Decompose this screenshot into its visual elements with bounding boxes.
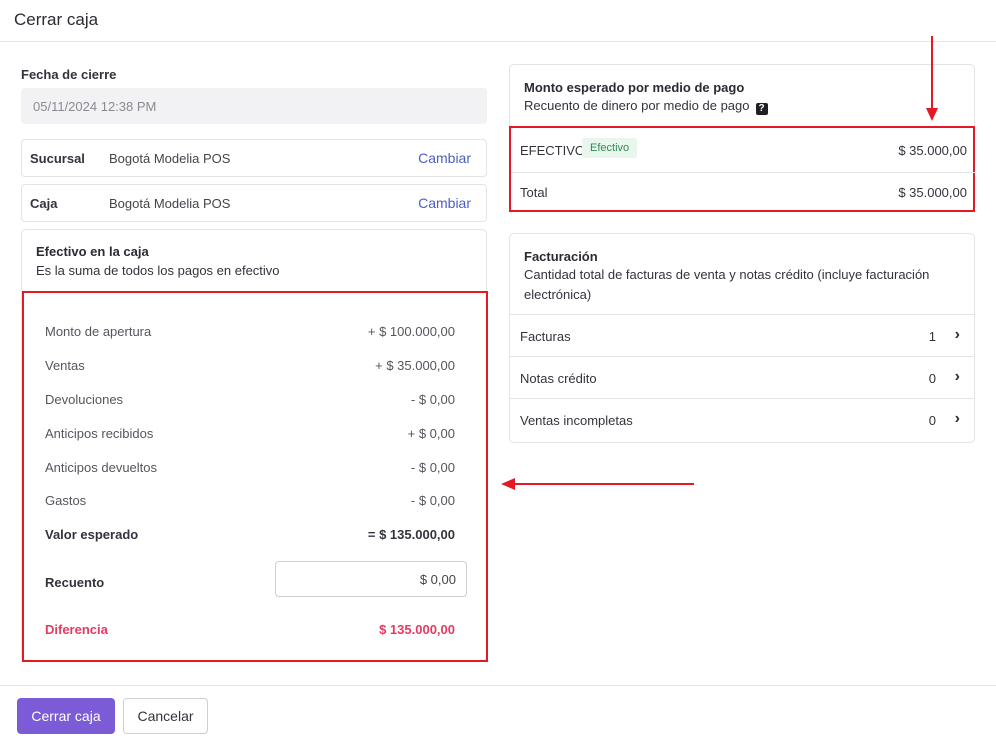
cash-line: Anticipos recibidos + $ 0,00: [45, 426, 455, 441]
billing-row-label: Facturas: [520, 329, 571, 344]
cash-line: Gastos - $ 0,00: [45, 493, 455, 508]
modal-header: Cerrar caja: [0, 0, 996, 42]
count-input[interactable]: $ 0,00: [275, 561, 467, 597]
cash-line-amount: + $ 100.000,00: [367, 324, 455, 339]
chevron-right-icon: ›: [954, 326, 960, 343]
expected-value-line: Valor esperado = $ 135.000,00: [45, 527, 455, 542]
payment-total-row: Total $ 35.000,00: [511, 185, 975, 205]
cash-line-label: Anticipos devueltos: [45, 460, 158, 475]
billing-row-incomplete-sales[interactable]: Ventas incompletas 0 ›: [510, 398, 974, 440]
payment-method-badge: Efectivo: [582, 138, 638, 158]
billing-row-label: Notas crédito: [520, 371, 597, 386]
branch-value: Bogotá Modelia POS: [109, 151, 231, 166]
payment-total-label: Total: [520, 185, 548, 200]
cash-line: Devoluciones - $ 0,00: [45, 392, 455, 407]
arrow-left-head: [501, 478, 515, 490]
difference-amount: $ 135.000,00: [379, 622, 455, 637]
payment-card-title: Monto esperado por medio de pago: [524, 80, 745, 95]
payment-card-subtitle-text: Recuento de dinero por medio de pago: [524, 98, 750, 113]
payment-total-amount: $ 35.000,00: [898, 185, 967, 200]
chevron-right-icon: ›: [954, 410, 960, 427]
billing-card: Facturación Cantidad total de facturas d…: [509, 233, 975, 443]
cash-line-label: Anticipos recibidos: [45, 426, 154, 441]
cash-line-label: Devoluciones: [45, 392, 124, 407]
cash-line: Ventas + $ 35.000,00: [45, 358, 455, 373]
payment-method-row: EFECTIVO Efectivo $ 35.000,00: [511, 138, 975, 162]
payment-card-subtitle: Recuento de dinero por medio de pago?: [524, 96, 768, 116]
branch-label: Sucursal: [30, 151, 85, 166]
closing-date-label: Fecha de cierre: [21, 67, 117, 82]
billing-row-count: 1: [928, 329, 936, 344]
modal-footer: Cerrar caja Cancelar: [0, 685, 996, 745]
register-value: Bogotá Modelia POS: [109, 196, 231, 211]
cash-line: Monto de apertura + $ 100.000,00: [45, 324, 455, 339]
cash-line-amount: + $ 0,00: [407, 426, 455, 441]
billing-row-invoices[interactable]: Facturas 1 ›: [510, 314, 974, 356]
cancel-button[interactable]: Cancelar: [123, 698, 208, 734]
count-label: Recuento: [45, 575, 105, 590]
register-label: Caja: [30, 196, 58, 211]
expected-value-amount: = $ 135.000,00: [367, 527, 455, 542]
cash-line-label: Ventas: [45, 358, 85, 373]
cash-line-amount: - $ 0,00: [410, 392, 455, 407]
difference-line: Diferencia $ 135.000,00: [45, 622, 455, 637]
cash-line: Anticipos devueltos - $ 0,00: [45, 460, 455, 475]
cash-line-amount: - $ 0,00: [410, 493, 455, 508]
close-register-button[interactable]: Cerrar caja: [17, 698, 115, 734]
difference-label: Diferencia: [45, 622, 108, 637]
expected-value-label: Valor esperado: [45, 527, 139, 542]
payment-divider: [511, 172, 975, 173]
cash-card-title: Efectivo en la caja: [36, 244, 149, 259]
register-row: Caja Bogotá Modelia POS Cambiar: [21, 184, 487, 222]
billing-card-subtitle: Cantidad total de facturas de venta y no…: [524, 267, 930, 302]
cash-card-subtitle: Es la suma de todos los pagos en efectiv…: [36, 263, 280, 278]
change-branch-link[interactable]: Cambiar: [418, 150, 471, 166]
cash-line-label: Gastos: [45, 493, 87, 508]
cash-line-amount: + $ 35.000,00: [375, 358, 455, 373]
cash-line-amount: - $ 0,00: [410, 460, 455, 475]
billing-row-count: 0: [928, 371, 936, 386]
help-icon[interactable]: ?: [755, 103, 768, 115]
cash-breakdown-highlight: Monto de apertura + $ 100.000,00 Ventas …: [22, 291, 488, 662]
modal-title: Cerrar caja: [14, 10, 99, 29]
billing-row-label: Ventas incompletas: [520, 413, 633, 428]
payment-method-label: EFECTIVO: [520, 143, 586, 158]
branch-row: Sucursal Bogotá Modelia POS Cambiar: [21, 139, 487, 177]
cash-line-label: Monto de apertura: [45, 324, 152, 339]
change-register-link[interactable]: Cambiar: [418, 195, 471, 211]
payment-method-amount: $ 35.000,00: [898, 143, 967, 158]
closing-date-field: 05/11/2024 12:38 PM: [21, 88, 487, 124]
chevron-right-icon: ›: [954, 368, 960, 385]
billing-row-count: 0: [928, 413, 936, 428]
billing-card-title: Facturación: [524, 249, 598, 264]
payment-method-highlight: EFECTIVO Efectivo $ 35.000,00 Total $ 35…: [509, 126, 975, 212]
billing-row-credit-notes[interactable]: Notas crédito 0 ›: [510, 356, 974, 398]
